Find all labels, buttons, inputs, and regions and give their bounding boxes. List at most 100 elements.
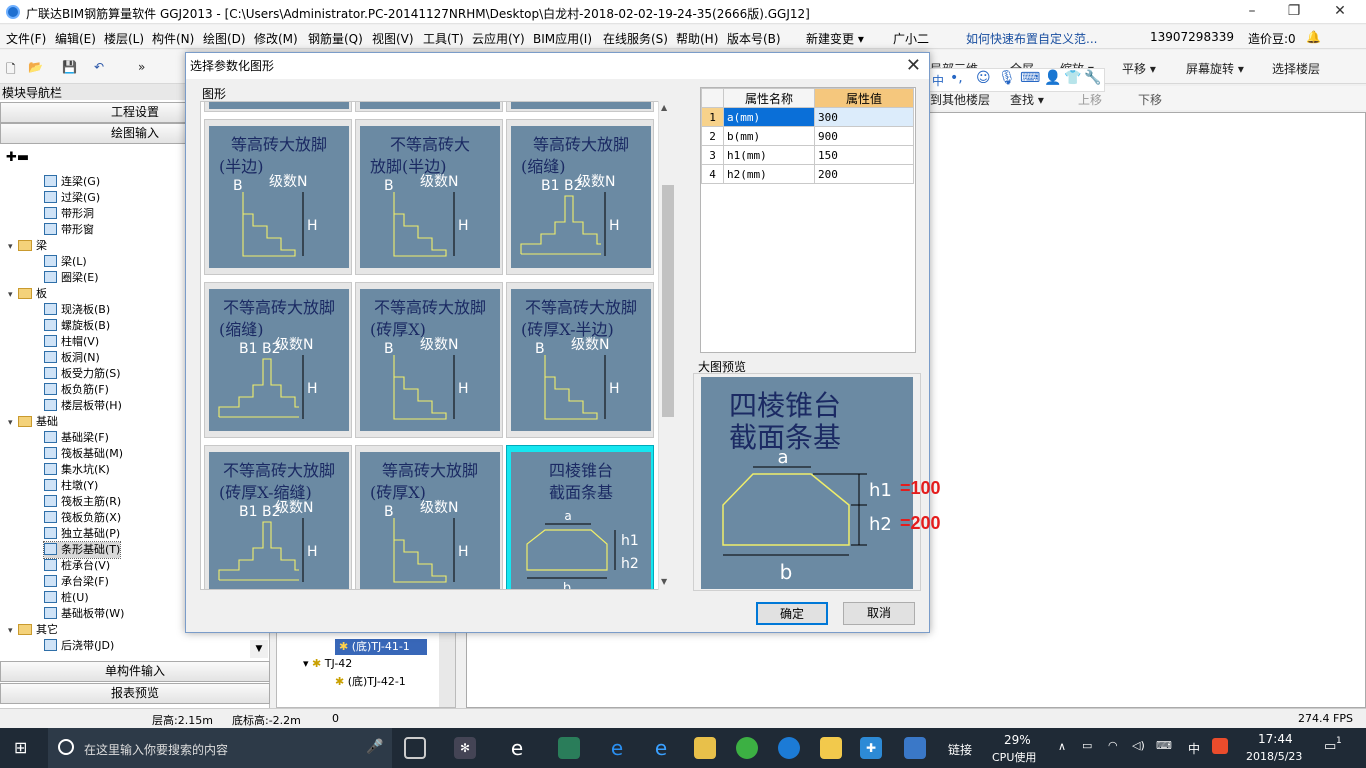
notification-icon[interactable]: ▭ — [1324, 739, 1336, 754]
ie-browser-icon[interactable]: e — [650, 737, 672, 759]
scroll-up-arrow[interactable]: ▲ — [661, 103, 667, 112]
notes-icon[interactable] — [820, 737, 842, 759]
shape-tile-partial[interactable] — [204, 102, 352, 112]
tree-folder[interactable]: ▾ 板 — [8, 286, 47, 303]
menu-modify[interactable]: 修改(M) — [254, 30, 298, 47]
new-file-icon[interactable]: 🗋 — [6, 60, 16, 81]
shape-tile-selected[interactable]: 四棱锥台 截面条基 a b h1 h2 — [506, 445, 654, 589]
move-up-button[interactable]: 上移 — [1078, 91, 1102, 108]
tree-item[interactable]: 基础梁(F) — [44, 430, 109, 446]
more-icon[interactable]: » — [138, 60, 145, 74]
voice-icon[interactable]: 🎙 — [998, 70, 1016, 86]
gallery-scrollbar[interactable]: ▲ ▼ — [658, 101, 676, 590]
help-link[interactable]: 如何快速布置自定义范... — [966, 30, 1097, 47]
chevron-down-icon[interactable]: ▾ — [8, 623, 18, 639]
save-icon[interactable]: 💾 — [62, 60, 77, 74]
tree-item[interactable]: 筏板基础(M) — [44, 446, 123, 462]
menu-rebar[interactable]: 钢筋量(Q) — [308, 30, 363, 47]
table-row[interactable]: 1 a(mm) 300 — [701, 107, 914, 127]
tree-item[interactable]: 筏板负筋(X) — [44, 510, 121, 526]
tree-item[interactable]: 柱帽(V) — [44, 334, 99, 350]
app-blue-icon[interactable] — [778, 737, 800, 759]
ime-chinese-mode[interactable]: 中 — [932, 72, 944, 89]
window-app-icon[interactable] — [904, 737, 926, 759]
tree-item[interactable]: 带形洞 — [44, 206, 94, 222]
shape-tile[interactable]: 不等高砖大 放脚(半边) B 级数N H — [355, 119, 503, 275]
expand-all-icon[interactable]: ✚▬ — [6, 150, 29, 165]
file-explorer-icon[interactable] — [694, 737, 716, 759]
menu-draw[interactable]: 绘图(D) — [203, 30, 246, 47]
tree-scroll-down[interactable]: ▼ — [250, 640, 268, 658]
single-component-input-button[interactable]: 单构件输入 — [0, 661, 270, 682]
keyboard-icon[interactable]: ⌨ — [1020, 70, 1040, 86]
task-view-icon[interactable] — [404, 737, 426, 759]
dialog-close-button[interactable]: ✕ — [906, 55, 921, 76]
shape-tile[interactable]: 等高砖大放脚 (砖厚X) B 级数N H — [355, 445, 503, 589]
fan-app-icon[interactable]: ✻ — [454, 737, 476, 759]
tree-item[interactable]: 梁(L) — [44, 254, 87, 270]
tools-icon[interactable]: 🔧 — [1084, 70, 1101, 86]
taskbar-search[interactable]: 在这里输入你要搜索的内容 🎤 — [48, 728, 392, 768]
app-icon-2[interactable] — [558, 737, 580, 759]
shape-tile[interactable]: 等高砖大放脚 (缩缝) B1 B2 级数N H — [506, 119, 654, 275]
tree-folder[interactable]: ▾ 其它 — [8, 622, 58, 639]
network-icon[interactable]: ▭ — [1082, 739, 1092, 752]
find-button[interactable]: 查找 ▾ — [1010, 91, 1044, 108]
punctuation-icon[interactable]: •, — [950, 70, 963, 86]
user-icon[interactable]: 👤 — [1044, 70, 1061, 86]
cancel-button[interactable]: 取消 — [843, 602, 915, 625]
app-green-icon[interactable] — [736, 737, 758, 759]
menu-new-change[interactable]: 新建变更 ▾ — [806, 30, 864, 47]
pan-button[interactable]: 平移 ▾ — [1122, 60, 1156, 77]
menu-floor[interactable]: 楼层(L) — [104, 30, 144, 47]
scroll-down-arrow[interactable]: ▼ — [661, 577, 667, 586]
ok-button[interactable]: 确定 — [756, 602, 828, 625]
menu-version[interactable]: 版本号(B) — [727, 30, 781, 47]
minimize-button[interactable]: – — [1240, 3, 1264, 21]
chevron-up-icon[interactable]: ∧ — [1058, 740, 1066, 753]
shape-tile-partial[interactable] — [506, 102, 654, 112]
tree-folder[interactable]: ▾ 梁 — [8, 238, 47, 255]
scroll-thumb[interactable] — [662, 185, 674, 417]
menu-assistant[interactable]: 广小二 — [893, 30, 929, 47]
select-floor-button[interactable]: 选择楼层 — [1272, 60, 1320, 77]
shape-tile[interactable]: 不等高砖大放脚 (砖厚X-半边) B 级数N H — [506, 282, 654, 438]
tree-folder[interactable]: ▾ 基础 — [8, 414, 58, 431]
shape-tile[interactable]: 等高砖大放脚 (半边) B 级数N H — [204, 119, 352, 275]
input-language[interactable]: 中 — [1188, 740, 1200, 757]
tree-item[interactable]: 楼层板带(H) — [44, 398, 122, 414]
menu-help[interactable]: 帮助(H) — [676, 30, 718, 47]
report-preview-button[interactable]: 报表预览 — [0, 683, 270, 704]
menu-edit[interactable]: 编辑(E) — [55, 30, 96, 47]
mic-icon[interactable]: 🎤 — [366, 739, 383, 755]
menu-view[interactable]: 视图(V) — [372, 30, 414, 47]
ie-icon[interactable]: e — [506, 737, 528, 759]
screen-rotate-button[interactable]: 屏幕旋转 ▾ — [1186, 60, 1244, 77]
tree-item[interactable]: 板洞(N) — [44, 350, 100, 366]
shape-tile[interactable]: 不等高砖大放脚 (缩缝) B1 B2 级数N H — [204, 282, 352, 438]
menu-file[interactable]: 文件(F) — [6, 30, 46, 47]
move-down-button[interactable]: 下移 — [1138, 91, 1162, 108]
table-row[interactable]: 2 b(mm) 900 — [701, 126, 914, 146]
shape-tile-partial[interactable] — [355, 102, 503, 112]
skin-icon[interactable]: 👕 — [1064, 70, 1081, 86]
list-item[interactable]: ✱ (底)TJ-42-1 — [335, 673, 406, 689]
table-row[interactable]: 3 h1(mm) 150 — [701, 145, 914, 165]
tree-item[interactable]: 桩(U) — [44, 590, 89, 606]
table-row[interactable]: 4 h2(mm) 200 — [701, 164, 914, 184]
tree-item[interactable]: 后浇带(JD) — [44, 638, 114, 654]
tree-item[interactable]: 承台梁(F) — [44, 574, 109, 590]
tree-item[interactable]: 带形窗 — [44, 222, 94, 238]
wifi-icon[interactable]: ◠ — [1108, 739, 1118, 752]
chevron-down-icon[interactable]: ▾ — [8, 415, 18, 431]
ggj-app-icon[interactable]: ✚ — [860, 737, 882, 759]
list-scrollbar[interactable] — [439, 621, 455, 707]
tree-item[interactable]: 筏板主筋(R) — [44, 494, 121, 510]
tree-item[interactable]: 过梁(G) — [44, 190, 100, 206]
tree-item[interactable]: 板负筋(F) — [44, 382, 109, 398]
links-toolbar[interactable]: 链接 — [948, 741, 972, 758]
chevron-down-icon[interactable]: ▾ — [8, 239, 18, 255]
menu-component[interactable]: 构件(N) — [152, 30, 194, 47]
user-phone[interactable]: 13907298339 — [1150, 30, 1234, 44]
copy-to-floor-button[interactable]: 到其他楼层 — [930, 91, 990, 108]
